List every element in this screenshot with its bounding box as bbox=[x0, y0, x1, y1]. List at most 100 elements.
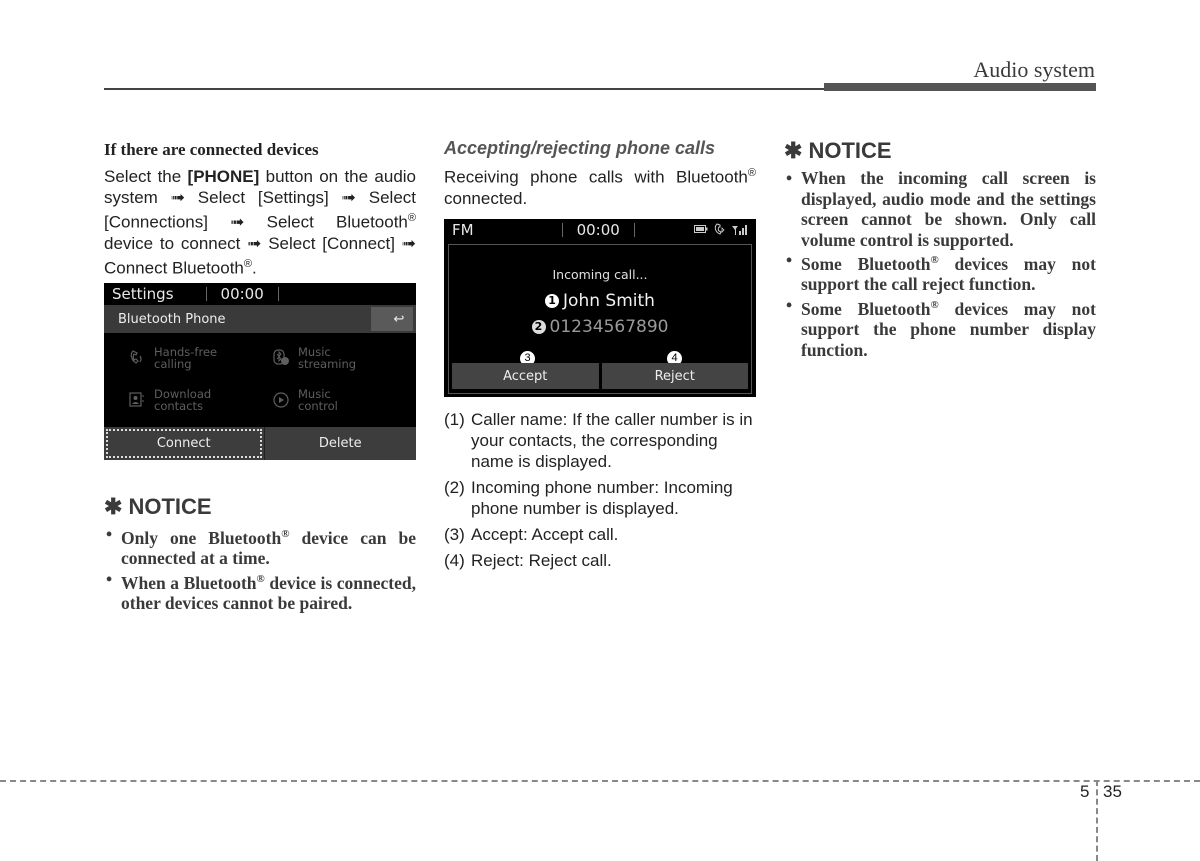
page-number: 35 bbox=[1103, 782, 1122, 801]
menu-music-control[interactable]: Music control bbox=[272, 388, 338, 412]
bluetooth-phone-bar: Bluetooth Phone ↩ bbox=[104, 305, 416, 333]
notice-heading: ✱ NOTICE bbox=[104, 494, 416, 520]
notice-box-1: ✱ NOTICE Only one Bluetooth® device can … bbox=[104, 494, 416, 614]
handsfree-icon bbox=[130, 350, 142, 364]
menu-music-streaming[interactable]: Music streaming bbox=[272, 346, 356, 370]
registered-mark: ® bbox=[930, 254, 939, 266]
signal-icon bbox=[732, 224, 747, 235]
music-control-icon bbox=[273, 392, 289, 408]
notice-item: When the incoming call screen is display… bbox=[784, 168, 1096, 250]
incoming-call-screen: FM 00:00 Incoming call... 1 John Smith 20… bbox=[444, 219, 756, 397]
notice-heading: ✱ NOTICE bbox=[784, 138, 1096, 164]
text: When a Bluetooth bbox=[121, 572, 257, 593]
heading-accepting-calls: Accepting/rejecting phone calls bbox=[444, 138, 716, 158]
screen-topbar: FM 00:00 bbox=[444, 219, 756, 241]
registered-mark: ® bbox=[243, 257, 252, 270]
notice-list: When the incoming call screen is display… bbox=[784, 168, 1096, 360]
text: . bbox=[252, 258, 257, 278]
text: Only one Bluetooth bbox=[121, 527, 282, 548]
call-buttons: Accept Reject bbox=[452, 363, 748, 389]
text: device to connect ➟ Select [Connect] ➟ C… bbox=[104, 233, 416, 278]
separator bbox=[277, 287, 279, 301]
bluetooth-phone-icon bbox=[714, 223, 725, 235]
delete-button[interactable]: Delete bbox=[263, 427, 417, 460]
instructions-paragraph: Select the [PHONE] button on the audio s… bbox=[104, 166, 416, 278]
subheading-connected-devices: If there are connected devices bbox=[104, 140, 319, 159]
reject-button[interactable]: Reject bbox=[601, 363, 748, 389]
description-item: (3) Accept: Accept call. bbox=[444, 524, 758, 545]
back-icon: ↩ bbox=[393, 311, 405, 327]
notice-title: NOTICE bbox=[128, 494, 212, 519]
battery-icon bbox=[694, 225, 708, 233]
notice-list: Only one Bluetooth® device can be connec… bbox=[104, 524, 416, 614]
section-title: Audio system bbox=[973, 57, 1095, 82]
item-text: Caller name: If the caller number is in … bbox=[471, 410, 753, 471]
notice-item: Some Bluetooth® devices may not support … bbox=[784, 295, 1096, 360]
item-number: (1) bbox=[444, 410, 465, 429]
footer-rule bbox=[0, 780, 1200, 782]
item-text: Accept: Accept call. bbox=[471, 525, 619, 544]
label-line2: streaming bbox=[298, 357, 357, 371]
status-icons bbox=[694, 223, 748, 235]
description-list: (1) Caller name: If the caller number is … bbox=[444, 409, 758, 571]
music-streaming-icon bbox=[273, 349, 289, 365]
separator bbox=[633, 223, 635, 237]
label-line2: contacts bbox=[154, 399, 204, 413]
intro-paragraph: Receiving phone calls with Bluetooth® co… bbox=[444, 163, 756, 209]
text: Select the bbox=[104, 167, 188, 186]
notice-title: NOTICE bbox=[808, 138, 892, 163]
text: Some Bluetooth bbox=[801, 298, 931, 319]
section-number: 5 bbox=[1080, 782, 1090, 801]
separator bbox=[561, 223, 563, 237]
registered-mark: ® bbox=[747, 167, 756, 179]
back-button[interactable]: ↩ bbox=[371, 307, 413, 331]
caller-name: 1 John Smith bbox=[444, 291, 756, 311]
subtitle: Bluetooth Phone bbox=[118, 311, 226, 327]
notice-item: When a Bluetooth® device is connected, o… bbox=[104, 569, 416, 614]
registered-mark: ® bbox=[256, 572, 265, 585]
label-line2: control bbox=[298, 399, 338, 413]
menu-handsfree-calling[interactable]: Hands-free calling bbox=[128, 346, 217, 370]
callout-descriptions: (1) Caller name: If the caller number is … bbox=[444, 409, 758, 576]
registered-mark: ® bbox=[407, 212, 416, 224]
notice-box-2: ✱ NOTICE When the incoming call screen i… bbox=[784, 138, 1096, 360]
accept-button[interactable]: Accept bbox=[452, 363, 599, 389]
footer-divider bbox=[1096, 780, 1098, 861]
asterisk-icon: ✱ bbox=[784, 138, 803, 163]
settings-screen: Settings 00:00 Bluetooth Phone ↩ Hands-f… bbox=[104, 283, 416, 460]
label-line2: calling bbox=[154, 357, 192, 371]
text: Some Bluetooth bbox=[801, 253, 931, 274]
text: Receiving phone calls with Bluetooth bbox=[444, 167, 748, 187]
description-item: (1) Caller name: If the caller number is … bbox=[444, 409, 758, 472]
caller-name-text: John Smith bbox=[563, 291, 655, 311]
source-label: FM bbox=[452, 221, 474, 239]
phone-button-ref: [PHONE] bbox=[187, 167, 260, 186]
caller-number-text: 01234567890 bbox=[549, 317, 669, 337]
text: When the incoming call screen is display… bbox=[801, 168, 1096, 250]
clock: 00:00 bbox=[576, 221, 620, 239]
item-number: (2) bbox=[444, 478, 465, 497]
column-1: If there are connected devices Select th… bbox=[104, 138, 416, 278]
notice-item: Only one Bluetooth® device can be connec… bbox=[104, 524, 416, 569]
marker-2: 2 bbox=[531, 320, 546, 334]
separator bbox=[205, 287, 207, 301]
action-buttons: Connect Delete bbox=[104, 427, 416, 460]
item-text: Incoming phone number: Incoming phone nu… bbox=[471, 478, 733, 518]
marker-1: 1 bbox=[545, 294, 560, 308]
item-number: (4) bbox=[444, 551, 465, 570]
header-bar bbox=[824, 83, 1096, 91]
item-text: Reject: Reject call. bbox=[471, 551, 612, 570]
screen-topbar: Settings 00:00 bbox=[104, 283, 416, 305]
description-item: (4) Reject: Reject call. bbox=[444, 550, 758, 571]
connect-button[interactable]: Connect bbox=[106, 429, 262, 458]
caller-number: 2 01234567890 bbox=[444, 317, 756, 337]
text: connected. bbox=[444, 188, 528, 208]
menu-download-contacts[interactable]: Download contacts bbox=[128, 388, 211, 412]
description-item: (2) Incoming phone number: Incoming phone… bbox=[444, 477, 758, 519]
item-number: (3) bbox=[444, 525, 465, 544]
header-rule bbox=[104, 88, 824, 90]
registered-mark: ® bbox=[930, 298, 939, 311]
column-2: Accepting/rejecting phone calls Receivin… bbox=[444, 138, 756, 209]
screen-title: Settings bbox=[112, 285, 174, 303]
clock: 00:00 bbox=[220, 285, 264, 303]
